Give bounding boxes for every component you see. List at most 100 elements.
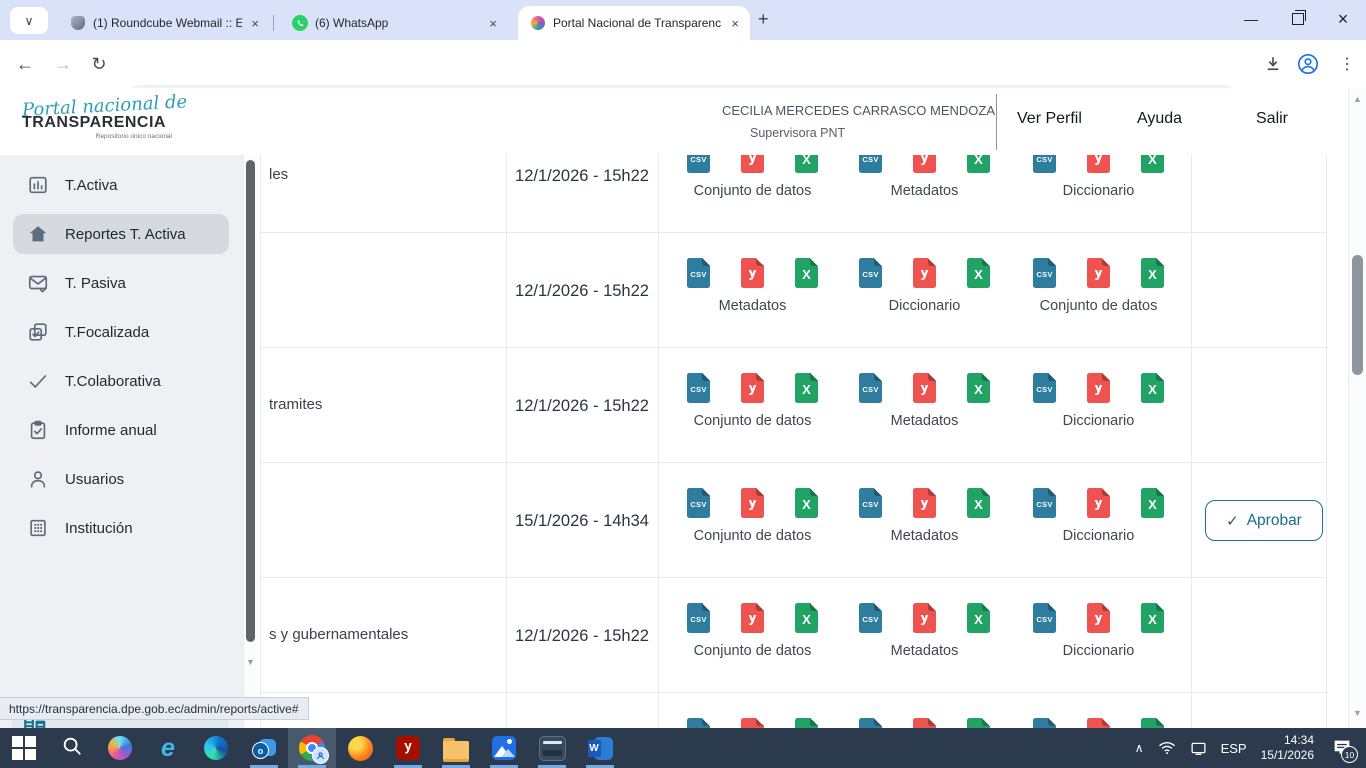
sidebar-item-t-pasiva[interactable]: T. Pasiva <box>13 263 229 303</box>
browser-tab-2[interactable]: (6) WhatsApp× <box>280 6 508 40</box>
back-icon[interactable]: ← <box>10 49 40 79</box>
file-excel-icon[interactable]: X <box>795 603 818 633</box>
window-restore-button[interactable] <box>1275 0 1321 38</box>
file-excel-icon[interactable]: X <box>1141 488 1164 518</box>
sidebar-item-t-activa[interactable]: T.Activa <box>13 165 229 205</box>
file-csv-icon[interactable]: CSV <box>687 155 710 173</box>
tab-close-icon[interactable]: × <box>248 16 262 31</box>
window-minimize-button[interactable]: — <box>1228 0 1274 38</box>
file-pdf-icon[interactable]: λ <box>741 258 764 288</box>
download-icon[interactable] <box>1258 49 1288 79</box>
file-pdf-icon[interactable]: λ <box>1087 258 1110 288</box>
file-excel-icon[interactable]: X <box>967 155 990 173</box>
file-csv-icon[interactable]: CSV <box>859 603 882 633</box>
taskbar-scanner[interactable] <box>528 728 576 768</box>
file-csv-icon[interactable]: CSV <box>1033 373 1056 403</box>
profile-icon[interactable] <box>1293 49 1323 79</box>
file-excel-icon[interactable]: X <box>967 718 990 728</box>
sidebar-scrollbar-thumb[interactable] <box>246 160 255 642</box>
file-pdf-icon[interactable]: λ <box>913 258 936 288</box>
file-csv-icon[interactable]: CSV <box>859 258 882 288</box>
tab-close-icon[interactable]: × <box>486 16 500 31</box>
taskbar-outlook[interactable]: o <box>240 728 288 768</box>
page-scrollbar-thumb[interactable] <box>1352 255 1363 375</box>
file-pdf-icon[interactable]: λ <box>1087 155 1110 173</box>
file-csv-icon[interactable]: CSV <box>859 373 882 403</box>
taskbar-photos[interactable] <box>480 728 528 768</box>
browser-tab-3[interactable]: Portal Nacional de Transparenc× <box>518 6 750 40</box>
file-pdf-icon[interactable]: λ <box>1087 488 1110 518</box>
taskbar-copilot[interactable] <box>96 728 144 768</box>
page-scroll-down-icon[interactable]: ▼ <box>1353 708 1362 718</box>
taskbar-acrobat[interactable]: λ <box>384 728 432 768</box>
file-csv-icon[interactable]: CSV <box>687 373 710 403</box>
file-pdf-icon[interactable]: λ <box>1087 603 1110 633</box>
file-pdf-icon[interactable]: λ <box>741 155 764 173</box>
file-excel-icon[interactable]: X <box>795 373 818 403</box>
new-tab-button[interactable]: + <box>758 9 769 30</box>
file-pdf-icon[interactable]: λ <box>741 603 764 633</box>
file-pdf-icon[interactable]: λ <box>741 373 764 403</box>
file-excel-icon[interactable]: X <box>795 718 818 728</box>
file-excel-icon[interactable]: X <box>1141 373 1164 403</box>
file-csv-icon[interactable]: CSV <box>1033 258 1056 288</box>
forward-icon[interactable]: → <box>48 49 78 79</box>
approve-button[interactable]: ✓Aprobar <box>1205 500 1323 541</box>
file-csv-icon[interactable]: CSV <box>687 603 710 633</box>
file-csv-icon[interactable]: CSV <box>687 258 710 288</box>
notification-center-icon[interactable]: 10 <box>1328 735 1356 761</box>
file-pdf-icon[interactable]: λ <box>913 488 936 518</box>
menu-icon[interactable]: ⋮ <box>1332 49 1362 79</box>
file-pdf-icon[interactable]: λ <box>913 718 936 728</box>
file-csv-icon[interactable]: CSV <box>687 718 710 728</box>
page-scroll-up-icon[interactable]: ▲ <box>1353 94 1362 104</box>
nav-ver-perfil[interactable]: Ver Perfil <box>1017 110 1082 128</box>
file-csv-icon[interactable]: CSV <box>1033 603 1056 633</box>
file-excel-icon[interactable]: X <box>1141 258 1164 288</box>
sidebar-item-informe-anual[interactable]: Informe anual <box>13 410 229 450</box>
taskbar-windows-start[interactable] <box>0 728 48 768</box>
file-csv-icon[interactable]: CSV <box>859 488 882 518</box>
file-pdf-icon[interactable]: λ <box>741 718 764 728</box>
sidebar-item-usuarios[interactable]: Usuarios <box>13 459 229 499</box>
taskbar-edge[interactable] <box>192 728 240 768</box>
file-csv-icon[interactable]: CSV <box>687 488 710 518</box>
file-excel-icon[interactable]: X <box>967 603 990 633</box>
file-pdf-icon[interactable]: λ <box>741 488 764 518</box>
file-pdf-icon[interactable]: λ <box>913 603 936 633</box>
file-excel-icon[interactable]: X <box>1141 155 1164 173</box>
taskbar-word[interactable]: W <box>576 728 624 768</box>
taskbar-internet-explorer[interactable]: e <box>144 728 192 768</box>
file-csv-icon[interactable]: CSV <box>1033 488 1056 518</box>
taskbar-file-explorer[interactable] <box>432 728 480 768</box>
sidebar-item-instituci-n[interactable]: Institución <box>13 508 229 548</box>
file-excel-icon[interactable]: X <box>795 488 818 518</box>
file-pdf-icon[interactable]: λ <box>1087 718 1110 728</box>
file-csv-icon[interactable]: CSV <box>1033 718 1056 728</box>
file-excel-icon[interactable]: X <box>967 373 990 403</box>
browser-tab-1[interactable]: (1) Roundcube Webmail :: Entra× <box>58 6 270 40</box>
file-excel-icon[interactable]: X <box>967 258 990 288</box>
file-excel-icon[interactable]: X <box>967 488 990 518</box>
tab-close-icon[interactable]: × <box>728 16 742 31</box>
page-scrollbar[interactable]: ▲ ▼ <box>1348 88 1366 728</box>
file-pdf-icon[interactable]: λ <box>913 373 936 403</box>
tray-language[interactable]: ESP <box>1221 741 1247 756</box>
window-close-button[interactable]: × <box>1320 0 1366 38</box>
nav-salir[interactable]: Salir <box>1256 110 1288 128</box>
tray-chevron-icon[interactable]: ∧ <box>1135 741 1144 755</box>
file-csv-icon[interactable]: CSV <box>1033 155 1056 173</box>
file-excel-icon[interactable]: X <box>795 155 818 173</box>
tray-clock[interactable]: 14:34 15/1/2026 <box>1261 733 1314 763</box>
taskbar-search[interactable] <box>48 728 96 768</box>
file-pdf-icon[interactable]: λ <box>1087 373 1110 403</box>
file-excel-icon[interactable]: X <box>795 258 818 288</box>
sidebar-item-t-colaborativa[interactable]: T.Colaborativa <box>13 361 229 401</box>
sidebar-item-t-focalizada[interactable]: T.Focalizada <box>13 312 229 352</box>
file-csv-icon[interactable]: CSV <box>859 155 882 173</box>
cast-icon[interactable] <box>1190 741 1207 755</box>
sidebar-scroll-down-icon[interactable]: ▼ <box>246 657 255 667</box>
file-excel-icon[interactable]: X <box>1141 603 1164 633</box>
sidebar-scrollbar[interactable]: ▼ <box>243 155 258 728</box>
reload-icon[interactable]: ↻ <box>84 49 114 79</box>
